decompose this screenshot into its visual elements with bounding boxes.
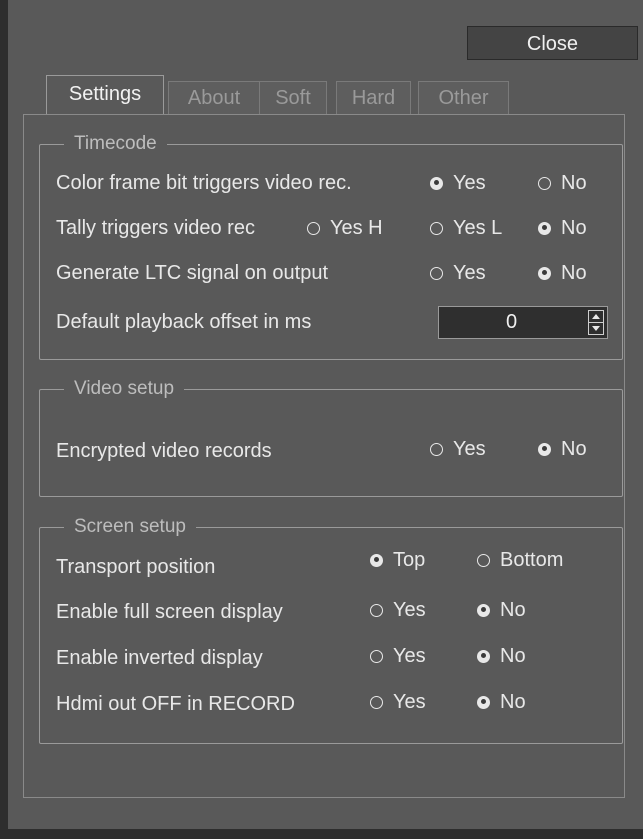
color-frame-no-radio[interactable]: No: [538, 171, 587, 195]
transport-top-radio[interactable]: Top: [370, 548, 425, 572]
encrypted-label: Encrypted video records: [56, 440, 272, 462]
inverted-no-radio[interactable]: No: [477, 644, 526, 668]
tab-soft[interactable]: Soft: [259, 81, 327, 114]
radio-checked-icon: [370, 553, 383, 567]
radio-unchecked-icon: [370, 695, 383, 709]
ltc-yes-radio[interactable]: Yes: [430, 261, 486, 285]
tally-yes-h-radio[interactable]: Yes H: [307, 216, 383, 240]
radio-unchecked-icon: [370, 649, 383, 663]
tab-hard[interactable]: Hard: [336, 81, 411, 114]
close-button[interactable]: Close: [467, 26, 638, 60]
ltc-label: Generate LTC signal on output: [56, 262, 329, 284]
radio-checked-icon: [477, 603, 490, 617]
hdmi-yes-radio[interactable]: Yes: [370, 690, 426, 714]
video-setup-group-title: Video setup: [64, 377, 185, 401]
playback-offset-spinbox[interactable]: 0: [438, 306, 608, 339]
fullscreen-yes-radio[interactable]: Yes: [370, 598, 426, 622]
radio-unchecked-icon: [477, 553, 490, 567]
tally-yes-l-radio[interactable]: Yes L: [430, 216, 502, 240]
inverted-label: Enable inverted display: [56, 647, 263, 669]
triangle-up-icon: [592, 314, 600, 319]
tab-other[interactable]: Other: [418, 81, 509, 114]
radio-unchecked-icon: [307, 221, 320, 235]
hdmi-no-radio[interactable]: No: [477, 690, 526, 714]
hdmi-label: Hdmi out OFF in RECORD: [56, 693, 295, 715]
radio-checked-icon: [430, 176, 443, 190]
tally-no-radio[interactable]: No: [538, 216, 587, 240]
window-frame-bottom: [0, 829, 643, 839]
screen-setup-group-title: Screen setup: [64, 515, 196, 539]
timecode-group-title: Timecode: [64, 132, 167, 156]
tab-about[interactable]: About: [168, 81, 260, 114]
playback-offset-label: Default playback offset in ms: [56, 311, 312, 333]
radio-unchecked-icon: [538, 176, 551, 190]
ltc-no-radio[interactable]: No: [538, 261, 587, 285]
color-frame-yes-radio[interactable]: Yes: [430, 171, 486, 195]
window-frame-left: [0, 0, 8, 839]
radio-checked-icon: [477, 649, 490, 663]
fullscreen-label: Enable full screen display: [56, 601, 283, 623]
radio-checked-icon: [538, 221, 551, 235]
transport-label: Transport position: [56, 556, 216, 578]
settings-window: Close About Soft Hard Other Settings Tim…: [0, 0, 643, 839]
playback-offset-value[interactable]: 0: [439, 311, 584, 334]
spin-up-button[interactable]: [589, 311, 603, 323]
fullscreen-no-radio[interactable]: No: [477, 598, 526, 622]
radio-unchecked-icon: [430, 266, 443, 280]
triangle-down-icon: [592, 326, 600, 331]
spinbox-buttons: [588, 310, 604, 335]
spin-down-button[interactable]: [589, 323, 603, 334]
color-frame-label: Color frame bit triggers video rec.: [56, 172, 352, 194]
encrypted-no-radio[interactable]: No: [538, 437, 587, 461]
tab-settings[interactable]: Settings: [46, 75, 164, 115]
radio-checked-icon: [538, 266, 551, 280]
radio-unchecked-icon: [430, 442, 443, 456]
inverted-yes-radio[interactable]: Yes: [370, 644, 426, 668]
radio-checked-icon: [477, 695, 490, 709]
radio-checked-icon: [538, 442, 551, 456]
transport-bottom-radio[interactable]: Bottom: [477, 548, 563, 572]
radio-unchecked-icon: [430, 221, 443, 235]
encrypted-yes-radio[interactable]: Yes: [430, 437, 486, 461]
tally-label: Tally triggers video rec: [56, 217, 255, 239]
radio-unchecked-icon: [370, 603, 383, 617]
